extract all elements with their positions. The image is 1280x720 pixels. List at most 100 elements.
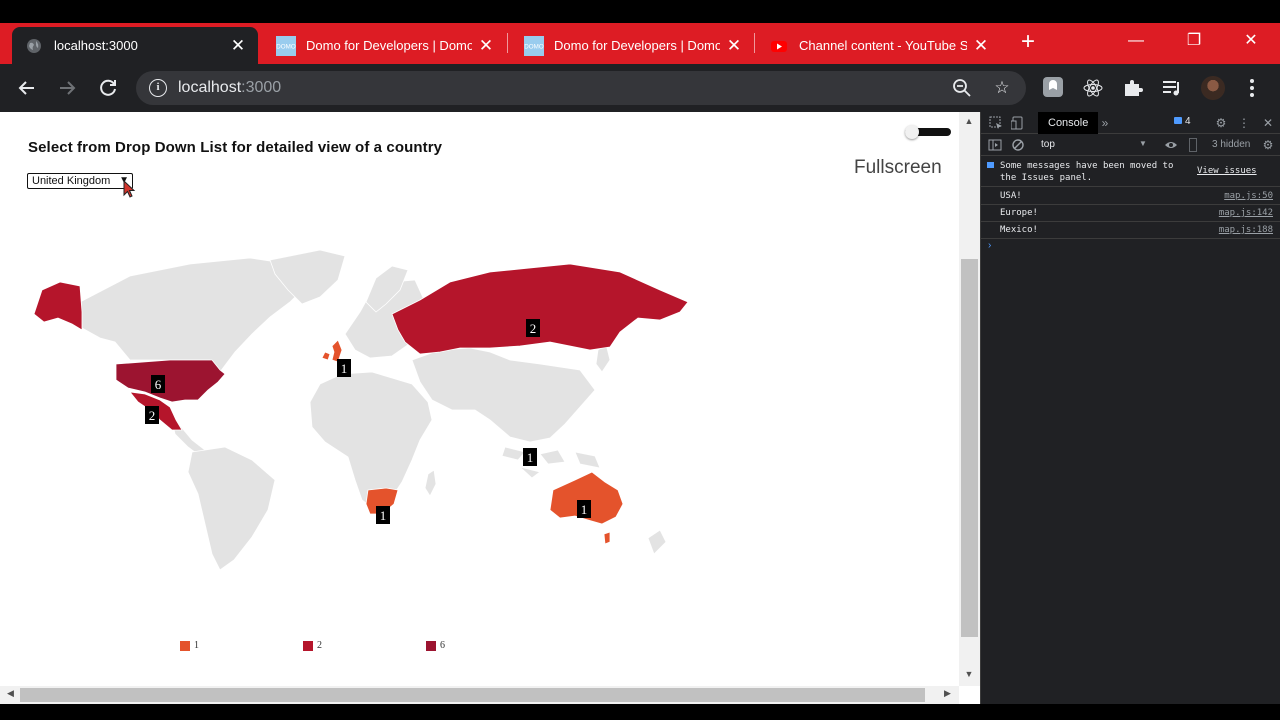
clear-console-icon[interactable] xyxy=(1011,138,1025,152)
settings-gear-icon[interactable]: ⚙ xyxy=(1214,116,1228,130)
svg-text:DOMO: DOMO xyxy=(276,43,296,50)
svg-text:1: 1 xyxy=(527,450,534,465)
info-icon[interactable]: i xyxy=(149,79,167,97)
tab-youtube[interactable]: Channel content - YouTube Studio ✕ xyxy=(757,27,1001,64)
browser-window: localhost:3000 ✕ DOMO Domo for Developer… xyxy=(0,0,1280,720)
mouse-cursor-icon xyxy=(123,180,136,198)
address-text[interactable]: localhost:3000 xyxy=(178,79,281,97)
forward-arrow-icon xyxy=(60,81,76,95)
device-toolbar-icon[interactable] xyxy=(1010,116,1025,130)
restore-button[interactable]: ❐ xyxy=(1180,30,1208,52)
scroll-up-icon[interactable]: ▲ xyxy=(963,116,975,126)
scroll-right-icon[interactable]: ▶ xyxy=(944,688,951,699)
tab-title: Domo for Developers | Domo xyxy=(306,38,472,53)
react-devtools-icon[interactable] xyxy=(1082,77,1104,99)
page-heading: Select from Drop Down List for detailed … xyxy=(28,139,443,156)
console-toolbar: top ▼ 3 hidden ⚙ xyxy=(981,134,1280,156)
extension-icon[interactable] xyxy=(1042,76,1064,98)
profile-avatar[interactable] xyxy=(1201,76,1225,100)
marker-russia[interactable]: 2 xyxy=(526,319,540,337)
zoom-icon[interactable] xyxy=(952,78,972,98)
scrollbar-thumb[interactable] xyxy=(961,259,978,637)
legend-item: 1 xyxy=(180,640,199,651)
dropdown-arrow-icon[interactable]: ▼ xyxy=(1139,139,1147,148)
message-icon xyxy=(1174,117,1182,124)
issues-badge[interactable]: 4 xyxy=(1174,116,1191,127)
live-expression-eye-icon[interactable] xyxy=(1164,138,1178,152)
forward-button[interactable] xyxy=(53,74,81,102)
scroll-left-icon[interactable]: ◀ xyxy=(7,688,14,699)
sidebar-toggle-icon[interactable] xyxy=(988,138,1002,152)
svg-text:1: 1 xyxy=(581,502,588,517)
console-prompt-icon[interactable]: › xyxy=(988,240,991,251)
devtools-panel: Console » 4 ⚙ ⋮ ✕ top ▼ 3 hidden ⚙ Some … xyxy=(980,112,1280,704)
issues-message: Some messages have been moved to the Iss… xyxy=(1000,161,1174,183)
more-tabs-icon[interactable]: » xyxy=(1098,116,1112,130)
usa xyxy=(115,359,226,403)
close-window-button[interactable]: ✕ xyxy=(1237,30,1265,52)
marker-united-kingdom[interactable]: 1 xyxy=(337,359,351,377)
country-dropdown[interactable]: United Kingdom ▼ xyxy=(27,173,133,189)
new-tab-button[interactable]: + xyxy=(1016,30,1040,55)
theme-toggle[interactable] xyxy=(905,125,951,139)
fullscreen-button[interactable]: Fullscreen xyxy=(854,157,942,179)
marker-usa[interactable]: 6 xyxy=(151,375,165,393)
marker-south-africa[interactable]: 1 xyxy=(376,506,390,524)
console-log-row: Europe! map.js:142 xyxy=(981,205,1280,222)
tab-separator xyxy=(507,33,508,53)
view-issues-link[interactable]: View issues xyxy=(1197,166,1257,176)
tab-localhost[interactable]: localhost:3000 ✕ xyxy=(12,27,258,64)
madagascar xyxy=(424,469,437,497)
bookmark-star-icon[interactable]: ☆ xyxy=(992,78,1012,98)
svg-text:DOMO: DOMO xyxy=(524,43,544,50)
youtube-icon xyxy=(771,40,787,52)
tab-title: Domo for Developers | Domo xyxy=(554,38,720,53)
tab-domo-2[interactable]: DOMO Domo for Developers | Domo ✕ xyxy=(510,27,754,64)
tab-title: Channel content - YouTube Studio xyxy=(799,38,967,53)
source-link[interactable]: map.js:50 xyxy=(1224,191,1273,201)
tab-title: localhost:3000 xyxy=(54,38,138,53)
console-log-row: USA! map.js:50 xyxy=(981,188,1280,205)
page-viewport: Select from Drop Down List for detailed … xyxy=(0,112,980,704)
back-button[interactable] xyxy=(13,74,41,102)
context-selector[interactable]: top xyxy=(1041,139,1055,150)
kebab-menu-icon[interactable]: ⋮ xyxy=(1237,116,1251,130)
media-control-icon[interactable] xyxy=(1161,77,1183,99)
tab-domo-1[interactable]: DOMO Domo for Developers | Domo ✕ xyxy=(262,27,506,64)
tab-console[interactable]: Console xyxy=(1038,112,1099,134)
more-menu-icon[interactable] xyxy=(1241,77,1263,99)
tasmania xyxy=(603,531,611,545)
console-settings-gear-icon[interactable]: ⚙ xyxy=(1261,138,1275,152)
scrollbar-thumb[interactable] xyxy=(20,688,925,702)
svg-text:2: 2 xyxy=(530,321,537,336)
source-link[interactable]: map.js:142 xyxy=(1219,208,1273,218)
message-icon xyxy=(987,162,994,168)
legend-item: 6 xyxy=(426,640,445,651)
filter-input[interactable] xyxy=(1189,138,1197,152)
toggle-knob xyxy=(905,125,919,139)
close-icon[interactable]: ✕ xyxy=(973,37,989,54)
close-devtools-icon[interactable]: ✕ xyxy=(1261,116,1275,130)
svg-text:6: 6 xyxy=(155,377,162,392)
marker-australia[interactable]: 1 xyxy=(577,500,591,518)
close-icon[interactable]: ✕ xyxy=(478,37,494,54)
puzzle-extensions-icon[interactable] xyxy=(1122,77,1144,99)
browser-toolbar: i localhost:3000 ☆ xyxy=(0,64,1280,112)
back-arrow-icon xyxy=(18,81,34,95)
legend-swatch xyxy=(303,640,313,651)
south-america xyxy=(187,446,276,571)
inspect-element-icon[interactable] xyxy=(989,116,1003,130)
close-icon[interactable]: ✕ xyxy=(726,37,742,54)
reload-button[interactable] xyxy=(94,74,122,102)
close-icon[interactable]: ✕ xyxy=(230,37,246,54)
horizontal-scrollbar[interactable]: ◀ ▶ xyxy=(0,686,959,704)
scroll-down-icon[interactable]: ▼ xyxy=(963,669,975,679)
marker-indonesia[interactable]: 1 xyxy=(523,448,537,466)
marker-mexico[interactable]: 2 xyxy=(145,406,159,424)
address-bar[interactable]: i localhost:3000 ☆ xyxy=(136,71,1026,105)
vertical-scrollbar[interactable]: ▲ ▼ xyxy=(959,112,980,686)
source-link[interactable]: map.js:188 xyxy=(1219,225,1273,235)
reload-icon xyxy=(100,79,116,96)
united-kingdom xyxy=(321,339,343,363)
minimize-button[interactable]: — xyxy=(1122,30,1150,52)
